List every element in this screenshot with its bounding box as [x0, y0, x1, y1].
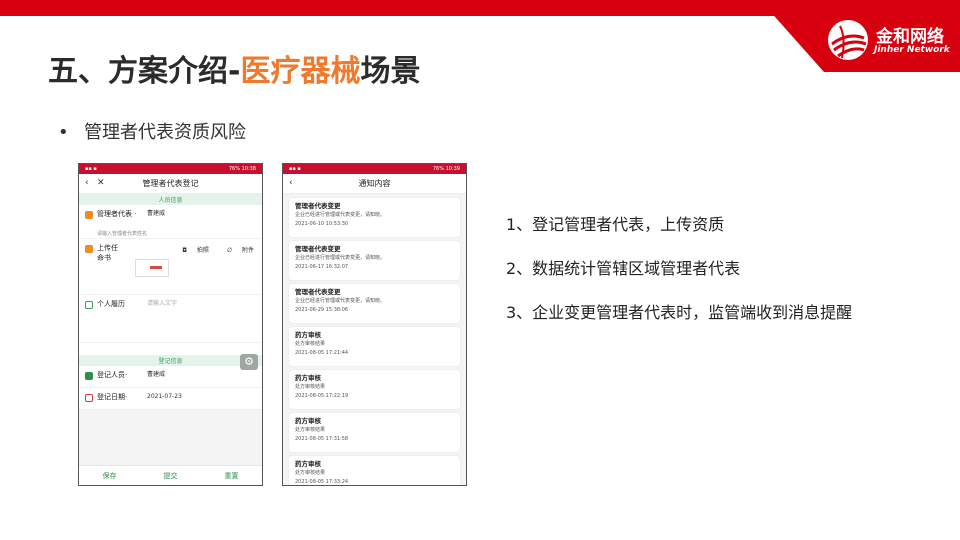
- point-1: 1、登记管理者代表，上传资质: [506, 215, 725, 234]
- title-suffix: 场景: [360, 54, 421, 89]
- paperclip-icon: ∅: [226, 247, 233, 254]
- globe-logo-icon: [828, 20, 868, 60]
- back-arrow-icon[interactable]: ‹: [85, 178, 89, 188]
- date-field[interactable]: 登记日期· 2021-07-23: [79, 388, 262, 410]
- registrant-field[interactable]: 登记人员· 曹建威: [79, 366, 262, 388]
- notice-card[interactable]: 管理者代表变更企业已经进行管理或代表变更，请知晓。 2021-06-10 10:5…: [289, 198, 460, 237]
- title-prefix: 五、方案介绍-: [48, 54, 241, 89]
- nav-bar: ‹ ✕ 管理者代表登记: [79, 174, 262, 194]
- bullet-symbol: •: [58, 122, 69, 143]
- resume-input[interactable]: 请输入文字: [147, 299, 177, 309]
- status-battery: 76%: [228, 166, 240, 172]
- rep-value[interactable]: 曹建威: [147, 209, 165, 219]
- notice-title: 药方审核: [295, 331, 321, 339]
- notice-card[interactable]: 药方审核处方审核结果 2021-08-05 17:22:19: [289, 370, 460, 409]
- notice-desc: 企业已经进行管理或代表变更，请知晓。: [295, 298, 386, 304]
- resume-icon: [85, 301, 93, 309]
- rep-hint: 请输入管理者代表姓名: [97, 231, 148, 237]
- camera-button[interactable]: ◘ 拍照: [174, 247, 209, 254]
- upload-field: 上传任命书 ◘ 拍照 ∅ 附件: [79, 239, 262, 295]
- date-label: 登记日期·: [97, 393, 128, 401]
- notice-list: 管理者代表变更 企业已经进行管理或代表变更，请知晓。 2021-06-10 10:5…: [283, 198, 466, 485]
- notice-desc: 企业已经进行管理或代表变更，请知晓。: [295, 212, 386, 218]
- notice-time: 2021-06-29 15:38:06: [295, 307, 349, 313]
- notice-desc: 处方审核结果: [295, 341, 326, 347]
- title-highlight: 医疗器械: [240, 54, 361, 89]
- upload-actions: ◘ 拍照 ∅ 附件: [166, 245, 254, 254]
- date-value[interactable]: 2021-07-23: [147, 392, 182, 402]
- settings-gear-icon[interactable]: ⚙: [240, 354, 258, 370]
- slide-title: 五、方案介绍-医疗器械场景: [48, 46, 420, 90]
- rep-field[interactable]: 管理者代表 · 曹建威 请输入管理者代表姓名: [79, 205, 262, 239]
- notice-card[interactable]: 管理者代表变更企业已经进行管理或代表变更，请知晓。 2021-06-29 15:3…: [289, 284, 460, 323]
- point-2: 2、数据统计管辖区域管理者代表: [506, 259, 741, 278]
- feature-points: 1、登记管理者代表，上传资质 2、数据统计管辖区域管理者代表 3、企业变更管理者…: [506, 214, 886, 346]
- status-signal-icon: ▪▪ ▪: [289, 166, 301, 172]
- close-icon[interactable]: ✕: [97, 178, 105, 188]
- rep-label: 管理者代表 ·: [97, 210, 137, 218]
- notice-card[interactable]: 药方审核处方审核结果 2021-08-05 17:31:58: [289, 413, 460, 452]
- brand-name-cn: 金和网络: [876, 27, 944, 47]
- notice-time: 2021-08-05 17:33:24: [295, 479, 349, 485]
- notice-title: 药方审核: [295, 374, 321, 382]
- notice-desc: 企业已经进行管理或代表变更，请知晓。: [295, 255, 386, 261]
- certificate-thumbnail[interactable]: [135, 259, 169, 277]
- notice-title: 管理者代表变更: [295, 245, 341, 253]
- notice-title: 管理者代表变更: [295, 288, 341, 296]
- person-icon: [85, 211, 93, 219]
- status-bar: ▪▪ ▪ 76% 10:39: [283, 164, 466, 174]
- status-time: 10:38: [241, 166, 256, 172]
- bottom-action-bar: 保存 提交 重置: [79, 465, 262, 485]
- notice-time: 2021-08-05 17:22:19: [295, 393, 349, 399]
- phone-screenshot-notices: ▪▪ ▪ 76% 10:39 ‹ 通知内容 管理者代表变更企业已经进行管理或代表…: [282, 163, 467, 486]
- notice-desc: 处方审核结果: [295, 427, 326, 433]
- notice-time: 2021-08-05 17:21:44: [295, 350, 349, 356]
- reset-button[interactable]: 重置: [225, 471, 239, 481]
- save-button[interactable]: 保存: [103, 471, 117, 481]
- registrant-label: 登记人员·: [97, 371, 128, 379]
- point-3: 3、企业变更管理者代表时，监管端收到消息提醒: [506, 303, 853, 322]
- bullet-item: • 管理者代表资质风险: [58, 118, 246, 144]
- section-register-info: 登记信息: [79, 355, 262, 366]
- notice-desc: 处方审核结果: [295, 470, 326, 476]
- camera-icon: ◘: [182, 247, 187, 254]
- registrant-value: 曹建威: [147, 371, 166, 378]
- upload-label: 上传任命书: [97, 244, 118, 262]
- notice-card[interactable]: 管理者代表变更企业已经进行管理或代表变更，请知晓。 2021-06-17 16:3…: [289, 241, 460, 280]
- status-time: 10:39: [445, 166, 460, 172]
- submit-button[interactable]: 提交: [164, 471, 178, 481]
- user-icon: [85, 372, 93, 380]
- nav-bar: ‹ 通知内容: [283, 174, 466, 194]
- notice-time: 2021-08-05 17:31:58: [295, 436, 349, 442]
- status-bar: ▪▪ ▪ 76% 10:38: [79, 164, 262, 174]
- notice-title: 药方审核: [295, 460, 321, 468]
- status-signal-icon: ▪▪ ▪: [85, 166, 97, 172]
- section-person-info: 人员信息: [79, 194, 262, 205]
- notice-time: 2021-06-17 16:32:07: [295, 264, 349, 270]
- resume-label: 个人履历: [97, 300, 125, 308]
- phone-screenshot-registration: ▪▪ ▪ 76% 10:38 ‹ ✕ 管理者代表登记 人员信息 管理者代表 · 曹…: [78, 163, 263, 486]
- brand-name-en: Jinher Network: [874, 45, 950, 55]
- attach-button[interactable]: ∅ 附件: [219, 247, 254, 254]
- document-icon: [85, 245, 93, 253]
- notice-desc: 处方审核结果: [295, 384, 326, 390]
- nav-title: 管理者代表登记: [142, 179, 199, 188]
- calendar-icon: [85, 394, 93, 402]
- resume-field[interactable]: 个人履历 请输入文字: [79, 295, 262, 343]
- back-arrow-icon[interactable]: ‹: [289, 178, 293, 188]
- status-battery: 76%: [432, 166, 444, 172]
- bullet-text: 管理者代表资质风险: [84, 122, 246, 143]
- notice-title: 管理者代表变更: [295, 202, 341, 210]
- nav-title: 通知内容: [358, 179, 391, 188]
- notice-card[interactable]: 药方审核处方审核结果 2021-08-05 17:21:44: [289, 327, 460, 366]
- notice-card[interactable]: 药方审核处方审核结果 2021-08-05 17:33:24: [289, 456, 460, 485]
- notice-time: 2021-06-10 10:53:30: [295, 221, 349, 227]
- notice-title: 药方审核: [295, 417, 321, 425]
